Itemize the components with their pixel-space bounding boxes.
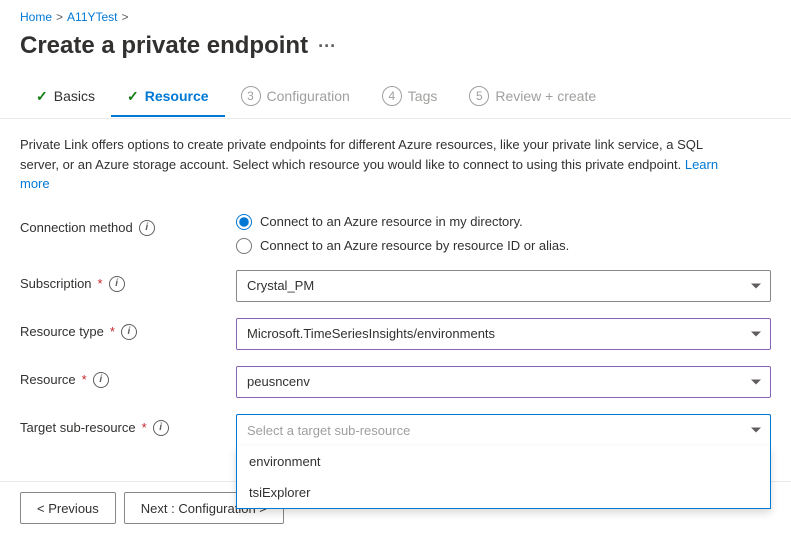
resource-type-row: Resource type * i Microsoft.TimeSeriesIn… (20, 318, 771, 350)
description-text: Private Link offers options to create pr… (20, 135, 740, 194)
configuration-number: 3 (241, 86, 261, 106)
radio-resourceid-label: Connect to an Azure resource by resource… (260, 238, 569, 253)
subscription-info-icon[interactable]: i (109, 276, 125, 292)
resource-type-required: * (110, 324, 115, 339)
resource-check-icon: ✓ (127, 88, 139, 105)
resource-label: Resource * i (20, 366, 220, 388)
target-sub-resource-select-wrapper: Select a target sub-resource (236, 414, 771, 446)
resource-type-label: Resource type * i (20, 318, 220, 340)
target-sub-resource-info-icon[interactable]: i (153, 420, 169, 436)
tab-review[interactable]: 5 Review + create (453, 76, 612, 118)
subscription-label: Subscription * i (20, 270, 220, 292)
resource-type-select-wrapper: Microsoft.TimeSeriesInsights/environment… (236, 318, 771, 350)
tab-tags-label: Tags (408, 88, 438, 104)
target-sub-resource-control: Select a target sub-resource environment… (236, 414, 771, 446)
basics-check-icon: ✓ (36, 88, 48, 105)
radio-directory-input[interactable] (236, 214, 252, 230)
page-title: Create a private endpoint (20, 32, 308, 60)
resource-row: Resource * i peusncenv (20, 366, 771, 398)
target-sub-resource-placeholder: Select a target sub-resource (247, 423, 410, 438)
resource-info-icon[interactable]: i (93, 372, 109, 388)
radio-directory-label: Connect to an Azure resource in my direc… (260, 214, 523, 229)
connection-method-options: Connect to an Azure resource in my direc… (236, 214, 771, 254)
target-sub-resource-dropdown: environment tsiExplorer (236, 446, 771, 509)
form-section: Connection method i Connect to an Azure … (20, 214, 771, 446)
review-number: 5 (469, 86, 489, 106)
radio-directory-option[interactable]: Connect to an Azure resource in my direc… (236, 214, 771, 230)
breadcrumb-sep1: > (56, 10, 63, 24)
radio-resourceid-input[interactable] (236, 238, 252, 254)
previous-button[interactable]: < Previous (20, 492, 116, 524)
tab-resource[interactable]: ✓ Resource (111, 78, 225, 117)
tab-tags[interactable]: 4 Tags (366, 76, 454, 118)
tab-resource-label: Resource (145, 88, 209, 104)
resource-select[interactable]: peusncenv (236, 366, 771, 398)
breadcrumb-a11ytest[interactable]: A11YTest (67, 10, 117, 24)
subscription-select[interactable]: Crystal_PM (236, 270, 771, 302)
tab-review-label: Review + create (495, 88, 596, 104)
target-sub-resource-dropdown-wrapper: Select a target sub-resource environment… (236, 414, 771, 446)
connection-method-row: Connection method i Connect to an Azure … (20, 214, 771, 254)
resource-select-wrapper: peusncenv (236, 366, 771, 398)
tab-configuration[interactable]: 3 Configuration (225, 76, 366, 118)
connection-method-label: Connection method i (20, 214, 220, 236)
target-sub-resource-row: Target sub-resource * i Select a target … (20, 414, 771, 446)
resource-control: peusncenv (236, 366, 771, 398)
breadcrumb: Home > A11YTest > (0, 0, 791, 28)
subscription-label-text: Subscription (20, 276, 92, 291)
description-body: Private Link offers options to create pr… (20, 137, 703, 172)
resource-label-text: Resource (20, 372, 76, 387)
subscription-select-wrapper: Crystal_PM (236, 270, 771, 302)
page-title-container: Create a private endpoint ··· (0, 28, 791, 76)
target-sub-resource-label-text: Target sub-resource (20, 420, 136, 435)
subscription-control: Crystal_PM (236, 270, 771, 302)
connection-method-label-text: Connection method (20, 220, 133, 235)
content-area: Private Link offers options to create pr… (0, 119, 791, 462)
wizard-tabs: ✓ Basics ✓ Resource 3 Configuration 4 Ta… (0, 76, 791, 119)
resource-type-info-icon[interactable]: i (121, 324, 137, 340)
tags-number: 4 (382, 86, 402, 106)
resource-type-select[interactable]: Microsoft.TimeSeriesInsights/environment… (236, 318, 771, 350)
target-sub-resource-field[interactable]: Select a target sub-resource (236, 414, 771, 446)
resource-required: * (82, 372, 87, 387)
dropdown-item-tsiexplorer[interactable]: tsiExplorer (237, 477, 770, 508)
page-title-menu[interactable]: ··· (318, 36, 336, 57)
tab-configuration-label: Configuration (267, 88, 350, 104)
breadcrumb-home[interactable]: Home (20, 10, 52, 24)
target-sub-resource-label: Target sub-resource * i (20, 414, 220, 436)
subscription-row: Subscription * i Crystal_PM (20, 270, 771, 302)
radio-resourceid-option[interactable]: Connect to an Azure resource by resource… (236, 238, 771, 254)
tab-basics[interactable]: ✓ Basics (20, 78, 111, 117)
connection-method-info-icon[interactable]: i (139, 220, 155, 236)
resource-type-control: Microsoft.TimeSeriesInsights/environment… (236, 318, 771, 350)
target-sub-resource-required: * (142, 420, 147, 435)
tab-basics-label: Basics (54, 88, 95, 104)
subscription-required: * (98, 276, 103, 291)
dropdown-item-environment[interactable]: environment (237, 446, 770, 477)
resource-type-label-text: Resource type (20, 324, 104, 339)
breadcrumb-sep2: > (122, 10, 129, 24)
